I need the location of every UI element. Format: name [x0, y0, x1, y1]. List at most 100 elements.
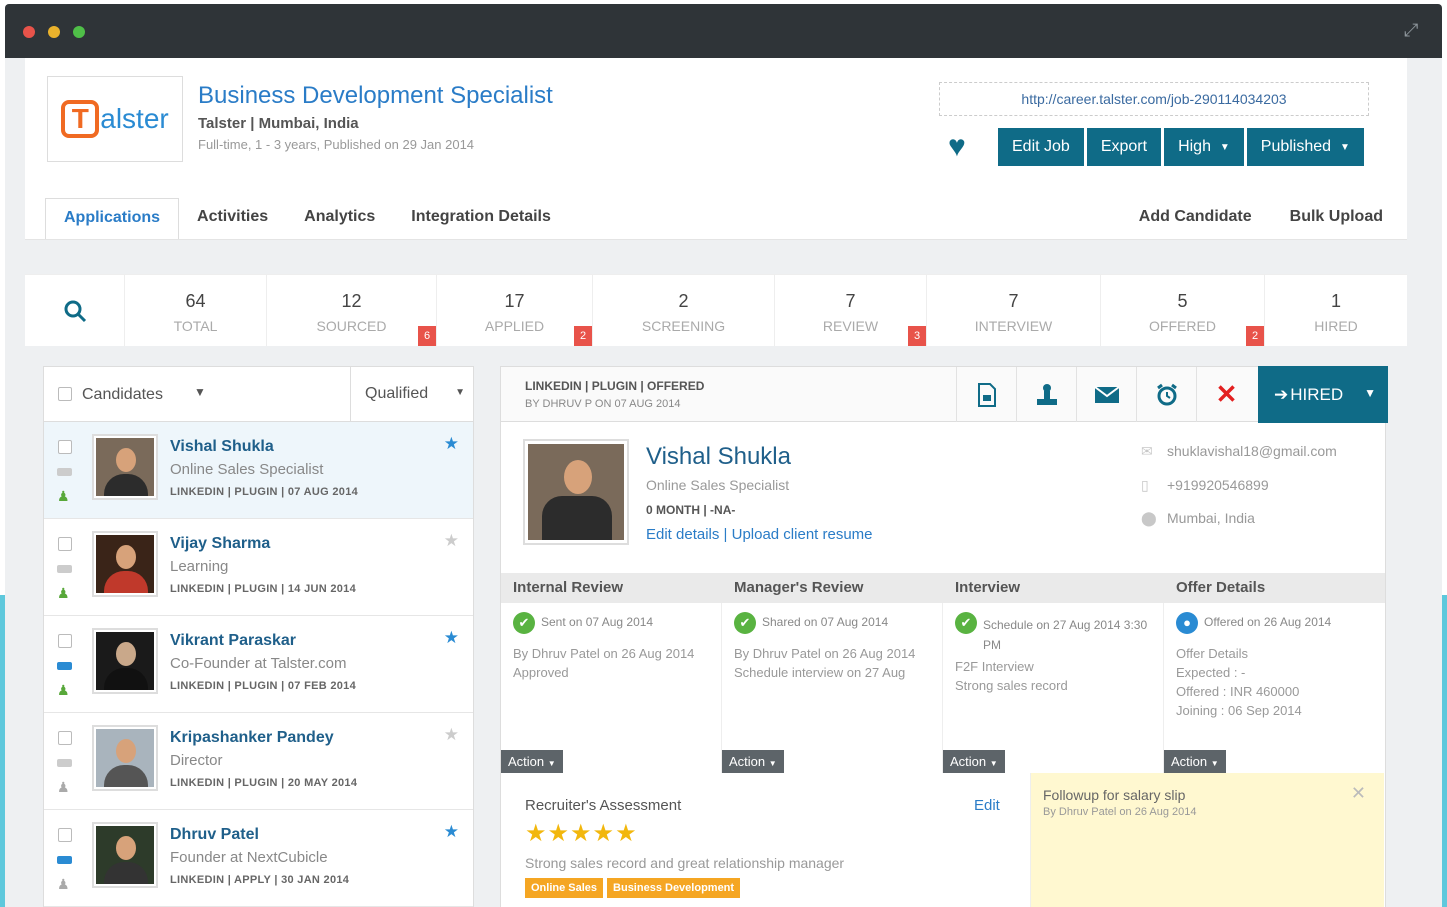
stat-hired[interactable]: 1 HIRED — [1265, 275, 1407, 346]
candidate-row[interactable]: ♟ Dhruv Patel Founder at NextCubicle LIN… — [44, 810, 473, 907]
status-text: Shared on 07 Aug 2014 — [762, 615, 889, 629]
minimize-window-button[interactable] — [48, 26, 60, 38]
alarm-icon[interactable] — [1136, 367, 1196, 422]
stat-number: 64 — [185, 291, 206, 311]
stat-interview[interactable]: 7 INTERVIEW — [927, 275, 1101, 346]
star-icon[interactable]: ★ — [444, 822, 459, 842]
priority-dropdown[interactable]: High ▼ — [1164, 128, 1244, 166]
avatar — [92, 531, 158, 597]
caret-down-icon[interactable]: ▼ — [1364, 386, 1376, 400]
profile-links[interactable]: Edit details | Upload client resume — [646, 526, 873, 543]
row-checkbox[interactable] — [58, 828, 72, 842]
caret-down-icon: ▼ — [1339, 141, 1350, 153]
job-url-link[interactable]: http://career.talster.com/job-2901140342… — [939, 82, 1369, 116]
candidate-name[interactable]: Vishal Shukla — [170, 438, 274, 456]
tab-analytics[interactable]: Analytics — [286, 198, 393, 240]
logo-mark: T — [61, 100, 100, 138]
user-icon: ♟ — [57, 779, 70, 795]
candidate-row[interactable]: ♟ Kripashanker Pandey Director LINKEDIN … — [44, 713, 473, 810]
row-checkbox[interactable] — [58, 440, 72, 454]
action-dropdown[interactable]: Action ▼ — [1164, 750, 1226, 773]
candidate-name[interactable]: Kripashanker Pandey — [170, 729, 334, 747]
expand-icon[interactable]: ⤢ — [1404, 20, 1426, 42]
reject-icon[interactable]: ✕ — [1196, 367, 1256, 422]
close-window-button[interactable] — [23, 26, 35, 38]
tag[interactable]: Business Development — [607, 878, 741, 898]
stat-total[interactable]: 64 TOTAL — [125, 275, 267, 346]
action-dropdown[interactable]: Action ▼ — [722, 750, 784, 773]
detail-header: LINKEDIN | PLUGIN | OFFERED BY DHRUV P O… — [501, 366, 1388, 423]
maximize-window-button[interactable] — [73, 26, 85, 38]
tab-integration-details[interactable]: Integration Details — [393, 198, 569, 240]
stage-status: ✔ Sent on 07 Aug 2014 — [513, 612, 709, 634]
candidate-meta: LINKEDIN | APPLY | 30 JAN 2014 — [170, 874, 350, 886]
stat-sourced[interactable]: 12 SOURCED 6 — [267, 275, 437, 346]
candidate-name[interactable]: Dhruv Patel — [170, 826, 259, 844]
candidate-row[interactable]: ♟ Vikrant Paraskar Co-Founder at Talster… — [44, 616, 473, 713]
close-icon[interactable]: ✕ — [1351, 783, 1366, 804]
interview-header: Interview — [955, 579, 1021, 596]
stat-label: APPLIED — [484, 318, 545, 334]
tag[interactable]: Online Sales — [525, 878, 604, 898]
hired-button[interactable]: ➔ HIRED ▼ — [1258, 366, 1388, 423]
email-icon[interactable] — [1076, 367, 1136, 422]
heart-icon[interactable]: ♥ — [948, 132, 966, 162]
stat-applied[interactable]: 17 APPLIED 2 — [437, 275, 593, 346]
qualified-label: Qualified — [365, 385, 429, 402]
phone-icon: ▯ — [1141, 477, 1149, 493]
edit-job-button[interactable]: Edit Job — [998, 128, 1084, 166]
search-icon — [64, 300, 86, 322]
stat-label: SOURCED — [316, 318, 387, 334]
stat-offered[interactable]: 5 OFFERED 2 — [1101, 275, 1265, 346]
stamp-icon[interactable] — [1016, 367, 1076, 422]
action-dropdown[interactable]: Action ▼ — [501, 750, 563, 773]
stage-status: ● Offered on 26 Aug 2014 — [1176, 612, 1373, 634]
candidates-filter[interactable]: Candidates — [82, 386, 163, 404]
profile-title: Online Sales Specialist — [646, 477, 790, 493]
document-icon[interactable] — [956, 367, 1016, 422]
logo-text: alster — [100, 103, 169, 134]
stage-detail: Joining : 06 Sep 2014 — [1176, 703, 1302, 718]
managers-review-header: Manager's Review — [734, 579, 864, 596]
avatar — [92, 434, 158, 500]
tab-activities[interactable]: Activities — [179, 198, 286, 240]
candidate-name[interactable]: Vikrant Paraskar — [170, 632, 296, 650]
avatar — [92, 628, 158, 694]
star-icon[interactable]: ★ — [444, 628, 459, 648]
assessment-edit-link[interactable]: Edit — [974, 797, 1000, 814]
arrow-right-icon: ➔ — [1274, 384, 1289, 404]
star-icon[interactable]: ★ — [444, 434, 459, 454]
qualified-dropdown[interactable]: Qualified ▼ — [350, 367, 475, 422]
candidate-meta: LINKEDIN | PLUGIN | 14 JUN 2014 — [170, 583, 357, 595]
stat-screening[interactable]: 2 SCREENING — [593, 275, 775, 346]
candidate-row[interactable]: ♟ Vijay Sharma Learning LINKEDIN | PLUGI… — [44, 519, 473, 616]
star-icon[interactable]: ★ — [444, 531, 459, 551]
action-dropdown[interactable]: Action ▼ — [943, 750, 1005, 773]
candidate-title: Founder at NextCubicle — [170, 849, 328, 866]
candidate-name[interactable]: Vijay Sharma — [170, 535, 270, 553]
status-dropdown[interactable]: Published ▼ — [1246, 128, 1364, 166]
followup-title: Followup for salary slip — [1043, 787, 1186, 803]
row-checkbox[interactable] — [58, 731, 72, 745]
candidate-title: Online Sales Specialist — [170, 461, 324, 478]
stat-review[interactable]: 7 REVIEW 3 — [775, 275, 927, 346]
tab-applications[interactable]: Applications — [45, 198, 180, 240]
stat-label: INTERVIEW — [974, 318, 1053, 334]
select-all-checkbox[interactable] — [58, 387, 72, 401]
stage-status: ✔ Schedule on 27 Aug 2014 3:30 PM — [955, 612, 1151, 655]
row-checkbox[interactable] — [58, 537, 72, 551]
stamp-glyph — [1036, 383, 1057, 405]
hired-label: HIRED — [1290, 384, 1344, 404]
candidate-row[interactable]: ♟ Vishal Shukla Online Sales Specialist … — [44, 422, 473, 519]
user-circle-icon: ● — [1176, 612, 1198, 634]
row-checkbox[interactable] — [58, 634, 72, 648]
star-icon[interactable]: ★ — [444, 725, 459, 745]
export-button[interactable]: Export — [1086, 128, 1162, 166]
contact-phone: ▯ +919920546899 — [1141, 477, 1269, 494]
add-candidate-link[interactable]: Add Candidate — [1139, 208, 1252, 226]
rating-stars[interactable]: ★★★★★ — [525, 819, 638, 848]
bulk-upload-link[interactable]: Bulk Upload — [1290, 208, 1383, 226]
user-icon: ♟ — [57, 682, 70, 698]
caret-down-icon[interactable]: ▼ — [194, 385, 206, 399]
search-button[interactable] — [25, 275, 125, 346]
